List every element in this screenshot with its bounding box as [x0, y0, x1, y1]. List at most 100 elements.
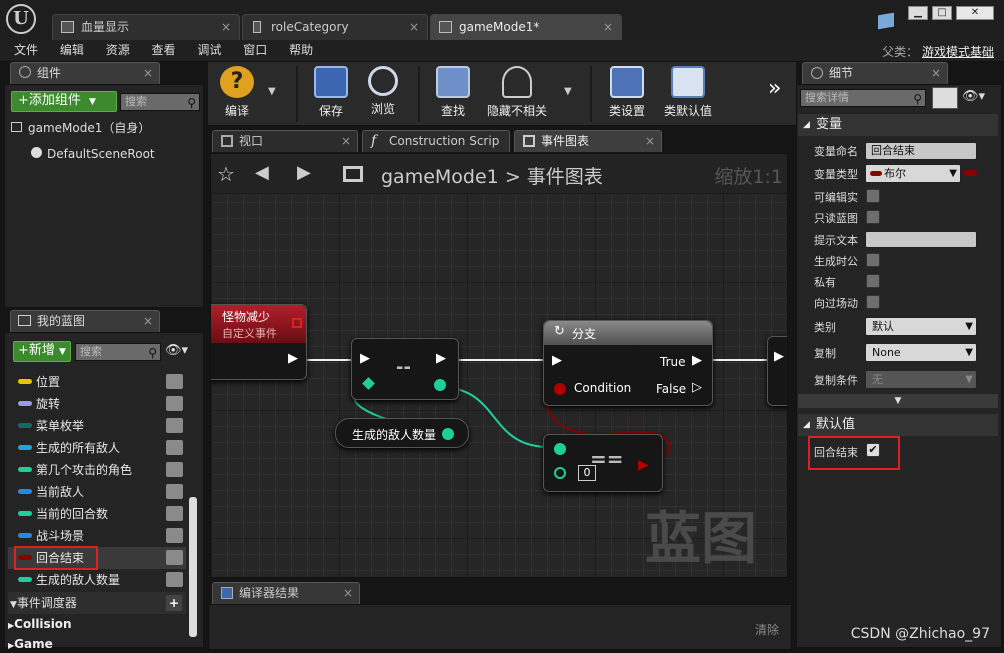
menu-file[interactable]: 文件: [14, 40, 38, 61]
close-icon[interactable]: ×: [931, 63, 941, 83]
exec-in-pin-icon[interactable]: ▶: [360, 351, 370, 366]
class-settings-button[interactable]: 类设置: [604, 66, 650, 122]
visibility-eye-icon[interactable]: [166, 572, 183, 587]
tab-event-graph[interactable]: 事件图表 ×: [514, 130, 662, 152]
visibility-eye-icon[interactable]: [166, 440, 183, 455]
blueprint-search-input[interactable]: 搜索 ⚲: [75, 343, 161, 361]
event-dispatchers-section[interactable]: ▼事件调度器 +: [8, 592, 186, 614]
delegate-pin-icon[interactable]: [292, 318, 302, 328]
variable-name-input[interactable]: 回合结束: [865, 142, 977, 160]
close-window-button[interactable]: ✕: [956, 6, 994, 20]
variable-item[interactable]: 位置: [8, 371, 186, 393]
container-type-pill-icon[interactable]: [964, 170, 977, 176]
clear-button[interactable]: 清除: [755, 621, 779, 638]
tab-compiler-results[interactable]: 编译器结果 ×: [212, 582, 360, 604]
equal-enum-node[interactable]: ▶ ▶ --: [351, 338, 459, 400]
get-variable-node[interactable]: 生成的敌人数量: [335, 418, 469, 448]
close-icon[interactable]: ×: [221, 15, 231, 39]
exec-out-pin-icon[interactable]: ▶: [288, 351, 298, 366]
private-checkbox[interactable]: [866, 274, 880, 288]
enum-out-pin-icon[interactable]: [434, 379, 446, 391]
variable-item[interactable]: 当前的回合数: [8, 503, 186, 525]
exec-in-pin-icon[interactable]: ▶: [774, 349, 784, 364]
component-scene-root-item[interactable]: DefaultSceneRoot: [31, 147, 155, 161]
variable-type-dropdown[interactable]: 布尔 ▼: [865, 164, 961, 183]
menu-edit[interactable]: 编辑: [60, 40, 84, 61]
minimize-button[interactable]: ▁: [908, 6, 928, 20]
variable-item[interactable]: 当前敌人: [8, 481, 186, 503]
compile-button[interactable]: ? 编译: [212, 66, 262, 122]
variable-item[interactable]: 第几个攻击的角色: [8, 459, 186, 481]
close-icon[interactable]: ×: [143, 63, 153, 83]
maximize-button[interactable]: □: [932, 6, 952, 20]
default-value-section-header[interactable]: ◢ 默认值: [798, 414, 998, 436]
visibility-eye-icon[interactable]: [166, 462, 183, 477]
close-icon[interactable]: ×: [143, 311, 153, 331]
bool-out-pin-icon[interactable]: ▶: [638, 457, 649, 473]
scrollbar[interactable]: [189, 497, 197, 637]
components-panel-tab[interactable]: 组件 ×: [10, 62, 160, 84]
browse-button[interactable]: 浏览: [360, 66, 406, 122]
details-panel-tab[interactable]: 细节 ×: [802, 62, 948, 84]
visibility-eye-icon[interactable]: [166, 528, 183, 543]
component-root-item[interactable]: gameMode1（自身）: [11, 119, 150, 136]
category-collision[interactable]: ▶Collision: [8, 617, 72, 631]
branch-node[interactable]: ↻ 分支 ▶ True ▶ Condition False ▷: [543, 320, 713, 406]
view-options-eye-icon[interactable]: 👁▾: [962, 89, 985, 104]
menu-help[interactable]: 帮助: [289, 40, 313, 61]
int-in-pin-icon[interactable]: [554, 467, 566, 479]
expose-on-spawn-checkbox[interactable]: [866, 253, 880, 267]
next-node[interactable]: ▶: [767, 336, 787, 406]
save-button[interactable]: 保存: [308, 66, 354, 122]
int-out-pin-icon[interactable]: [442, 428, 454, 440]
close-icon[interactable]: ×: [341, 131, 351, 151]
variable-item[interactable]: 战斗场景: [8, 525, 186, 547]
hide-unrelated-chevron-icon[interactable]: ▼: [564, 86, 572, 97]
expose-cinematics-checkbox[interactable]: [866, 295, 880, 309]
instance-editable-checkbox[interactable]: [866, 189, 880, 203]
visibility-eye-icon[interactable]: [166, 550, 183, 565]
visibility-eye-icon[interactable]: [166, 506, 183, 521]
toolbar-overflow-icon[interactable]: »: [768, 76, 781, 101]
tab-game-mode[interactable]: gameMode1* ×: [430, 14, 622, 40]
property-matrix-icon[interactable]: [932, 87, 958, 109]
variable-item[interactable]: 菜单枚举: [8, 415, 186, 437]
new-button[interactable]: +新增 ▼: [13, 341, 71, 362]
replication-dropdown[interactable]: None ▼: [865, 343, 977, 362]
exec-in-pin-icon[interactable]: ▶: [552, 353, 562, 368]
tab-viewport[interactable]: 视口 ×: [212, 130, 358, 152]
variable-section-header[interactable]: ◢ 变量: [798, 114, 998, 136]
exec-out-pin-icon[interactable]: ▶: [436, 351, 446, 366]
compile-options-chevron-icon[interactable]: ▼: [268, 86, 276, 97]
variable-item[interactable]: 生成的敌人数量: [8, 569, 186, 591]
advanced-expander-icon[interactable]: ▼: [798, 394, 998, 408]
add-component-button[interactable]: +添加组件 ▼: [11, 91, 117, 112]
variable-item[interactable]: 生成的所有敌人: [8, 437, 186, 459]
event-graph-canvas[interactable]: ☆ ◀ ▶ gameMode1 > 事件图表 缩放1:1 蓝图 怪物减少 自定义…: [210, 153, 788, 578]
components-search-input[interactable]: 搜索 ⚲: [120, 93, 200, 111]
tab-role-category[interactable]: roleCategory ×: [242, 14, 428, 40]
tooltip-input[interactable]: [865, 231, 977, 248]
condition-pin-icon[interactable]: [554, 383, 566, 395]
view-options-eye-icon[interactable]: 👁▾: [165, 343, 188, 358]
menu-window[interactable]: 窗口: [243, 40, 267, 61]
tab-construction-script[interactable]: f Construction Scrip: [362, 130, 510, 152]
close-icon[interactable]: ×: [603, 15, 613, 39]
custom-event-node[interactable]: 怪物减少 自定义事件 ▶: [211, 304, 307, 380]
enum-in-pin-icon[interactable]: [362, 377, 375, 390]
add-dispatcher-button[interactable]: +: [166, 595, 182, 611]
replication-condition-dropdown[interactable]: 无 ▼: [865, 370, 977, 389]
menu-view[interactable]: 查看: [152, 40, 176, 61]
tab-health-display[interactable]: 血量显示 ×: [52, 14, 240, 40]
visibility-eye-icon[interactable]: [166, 418, 183, 433]
blueprint-readonly-checkbox[interactable]: [866, 210, 880, 224]
true-exec-out-pin-icon[interactable]: ▶: [692, 353, 702, 368]
category-game[interactable]: ▶Game: [8, 637, 53, 649]
details-search-input[interactable]: 搜索详情 ⚲: [800, 89, 926, 107]
find-button[interactable]: 查找: [430, 66, 476, 122]
compare-int-node[interactable]: 0 == ▶: [543, 434, 663, 492]
false-exec-out-pin-icon[interactable]: ▷: [692, 380, 702, 395]
class-defaults-button[interactable]: 类默认值: [660, 66, 716, 122]
variable-item[interactable]: 旋转: [8, 393, 186, 415]
category-dropdown[interactable]: 默认 ▼: [865, 317, 977, 336]
